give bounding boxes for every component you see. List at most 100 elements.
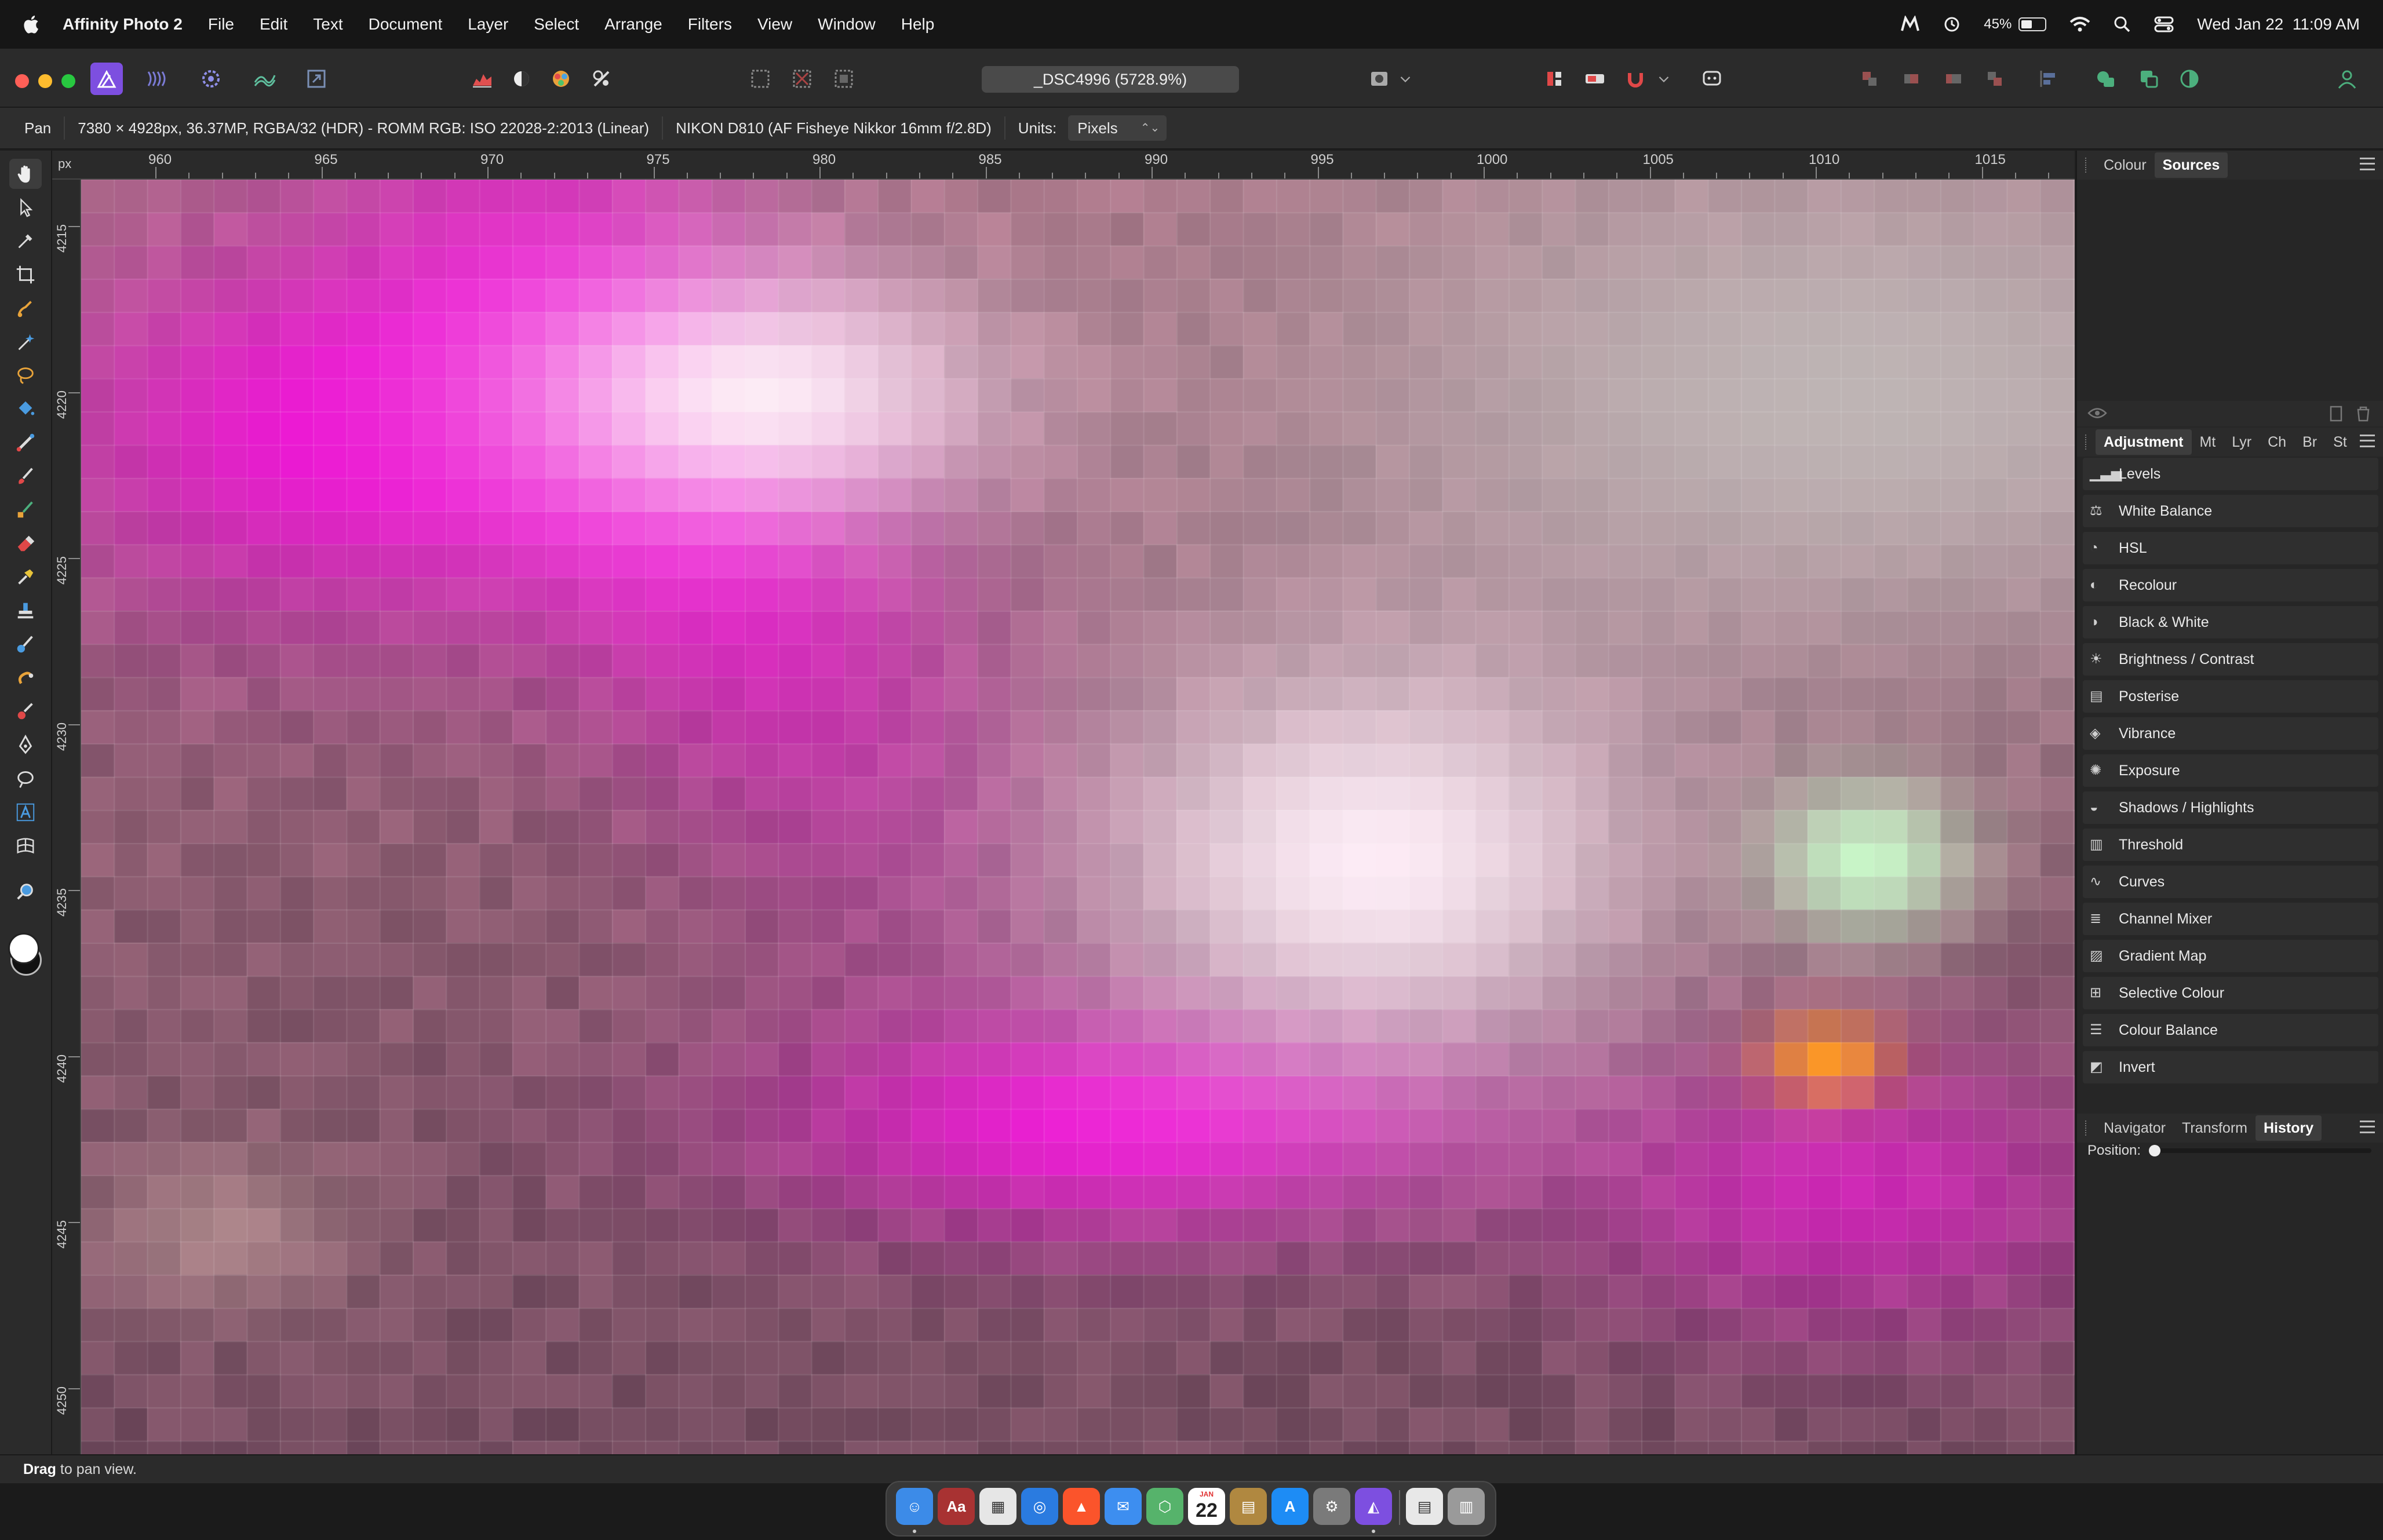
assistant-manager-button[interactable]	[1696, 63, 1728, 95]
adjustment-threshold[interactable]: ▥ Threshold	[2083, 829, 2378, 861]
dock-notes-icon[interactable]: ▤	[1230, 1488, 1267, 1525]
arrange-backward-button[interactable]	[1895, 63, 1927, 95]
dock-system-settings-icon[interactable]: ⚙	[1313, 1488, 1350, 1525]
panel-grip[interactable]	[2085, 435, 2089, 450]
dock-mail-icon[interactable]: ✉	[1105, 1488, 1142, 1525]
menu-view[interactable]: View	[757, 15, 792, 34]
tone-mapping-persona-button[interactable]	[248, 63, 280, 95]
dock-documents-icon[interactable]: ▤	[1406, 1488, 1443, 1525]
dock-safari-icon[interactable]: ◎	[1021, 1488, 1058, 1525]
flood-fill-tool[interactable]	[9, 394, 42, 424]
auto-colour-button[interactable]	[545, 63, 577, 95]
shape-tool[interactable]	[9, 764, 42, 794]
adjustment-white-balance[interactable]: ⚖ White Balance	[2083, 495, 2378, 527]
align-button[interactable]	[2032, 63, 2064, 95]
adjustment-channel-mixer[interactable]: ≣ Channel Mixer	[2083, 903, 2378, 935]
tab-history[interactable]: History	[2255, 1115, 2322, 1141]
panel-grip[interactable]	[2085, 158, 2089, 173]
paint-brush-tool[interactable]	[9, 461, 42, 491]
boolean-subtract-button[interactable]	[2133, 63, 2165, 95]
invert-selection-button[interactable]	[828, 63, 860, 95]
erase-tool[interactable]	[9, 528, 42, 559]
zoom-window-button[interactable]	[61, 74, 75, 88]
close-window-button[interactable]	[15, 74, 29, 88]
quick-mask-button[interactable]	[1363, 63, 1395, 95]
document-canvas[interactable]	[81, 180, 2075, 1454]
adjustment-recolour[interactable]: ◐ Recolour	[2083, 569, 2378, 601]
pen-tool[interactable]	[9, 730, 42, 760]
arrange-front-button[interactable]	[1978, 63, 2011, 95]
adjustment-levels[interactable]: ▁▃▅ Levels	[2083, 458, 2378, 490]
adjustment-colour-balance[interactable]: ☰ Colour Balance	[2083, 1014, 2378, 1046]
adjustment-vibrance[interactable]: ◈ Vibrance	[2083, 717, 2378, 750]
adjustment-black-white[interactable]: ◑ Black & White	[2083, 606, 2378, 638]
panel-grip[interactable]	[2085, 1121, 2089, 1136]
mesh-warp-tool[interactable]	[9, 831, 42, 861]
dodge-tool[interactable]	[9, 562, 42, 592]
dock-launchpad-icon[interactable]: ▦	[979, 1488, 1016, 1525]
trash-icon[interactable]	[2355, 406, 2371, 422]
clone-brush-tool[interactable]	[9, 596, 42, 626]
freehand-selection-tool[interactable]	[9, 360, 42, 391]
marquee-mode-button[interactable]	[744, 63, 777, 95]
histogram-button[interactable]	[466, 63, 498, 95]
tab-mt[interactable]: Mt	[2192, 429, 2224, 455]
time-machine-icon[interactable]	[1943, 16, 1961, 33]
menu-file[interactable]: File	[208, 15, 234, 34]
arrange-back-button[interactable]	[1853, 63, 1886, 95]
dock-trash-icon[interactable]: ▥	[1448, 1488, 1485, 1525]
deselect-button[interactable]	[786, 63, 818, 95]
flood-select-tool[interactable]	[9, 327, 42, 357]
adjustment-gradient-map[interactable]: ▨ Gradient Map	[2083, 940, 2378, 972]
adjustment-selective-colour[interactable]: ⊞ Selective Colour	[2083, 977, 2378, 1009]
apple-icon[interactable]	[22, 14, 39, 34]
tab-sources[interactable]: Sources	[2154, 152, 2228, 178]
panel-menu-icon[interactable]	[2360, 158, 2375, 170]
export-persona-button[interactable]	[300, 63, 333, 95]
selection-brush-tool[interactable]	[9, 293, 42, 323]
document-title[interactable]: _DSC4996 (5728.9%)	[982, 66, 1239, 93]
gradient-tool[interactable]	[9, 428, 42, 458]
crop-tool[interactable]	[9, 260, 42, 290]
menu-text[interactable]: Text	[313, 15, 342, 34]
tab-lyr[interactable]: Lyr	[2224, 429, 2260, 455]
auto-levels-button[interactable]	[505, 63, 538, 95]
dock-finder-icon[interactable]: ☺	[896, 1488, 933, 1525]
dock-calendar-icon[interactable]: JAN 22	[1188, 1488, 1225, 1525]
dock-maps-icon[interactable]: ⬡	[1146, 1488, 1183, 1525]
tab-ch[interactable]: Ch	[2260, 429, 2294, 455]
red-eye-tool[interactable]	[9, 696, 42, 727]
spotlight-search-icon[interactable]	[2114, 16, 2131, 33]
account-button[interactable]	[2331, 63, 2363, 95]
menu-select[interactable]: Select	[534, 15, 579, 34]
adjustment-invert[interactable]: ◩ Invert	[2083, 1051, 2378, 1083]
menu-filters[interactable]: Filters	[688, 15, 732, 34]
menu-app-name[interactable]: Affinity Photo 2	[63, 15, 183, 34]
arrange-forward-button[interactable]	[1937, 63, 1969, 95]
quick-mask-dropdown[interactable]	[1397, 63, 1414, 95]
move-tool[interactable]	[9, 192, 42, 222]
history-position-knob[interactable]	[2149, 1145, 2160, 1156]
colour-picker-tool[interactable]	[9, 226, 42, 256]
tab-colour[interactable]: Colour	[2096, 152, 2155, 178]
menu-arrange[interactable]: Arrange	[604, 15, 662, 34]
tab-st[interactable]: St	[2325, 429, 2355, 455]
clock[interactable]: Wed Jan 22 11:09 AM	[2197, 15, 2360, 34]
tab-adjustment[interactable]: Adjustment	[2096, 429, 2192, 455]
pixel-tool[interactable]	[9, 495, 42, 525]
adjustment-hsl[interactable]: ◔ HSL	[2083, 532, 2378, 564]
dock-dictionary-icon[interactable]: Aa	[938, 1488, 975, 1525]
menu-document[interactable]: Document	[369, 15, 443, 34]
tab-transform[interactable]: Transform	[2174, 1115, 2256, 1141]
control-center-icon[interactable]	[2154, 16, 2174, 32]
left-ruler[interactable]: 4215 4220 4225 4230 4235 4240 4245 4250	[52, 180, 81, 1454]
tab-br[interactable]: Br	[2294, 429, 2325, 455]
text-tool[interactable]	[9, 797, 42, 827]
adjustment-brightness-contrast[interactable]: ☀ Brightness / Contrast	[2083, 643, 2378, 676]
auto-contrast-button[interactable]	[585, 63, 618, 95]
adjustment-shadows-highlights[interactable]: ◒ Shadows / Highlights	[2083, 791, 2378, 824]
blur-brush-tool[interactable]	[9, 629, 42, 659]
adjustment-curves[interactable]: ∿ Curves	[2083, 866, 2378, 898]
snapping-magnet-button[interactable]	[1619, 63, 1652, 95]
dock-app-store-icon[interactable]: A	[1271, 1488, 1309, 1525]
